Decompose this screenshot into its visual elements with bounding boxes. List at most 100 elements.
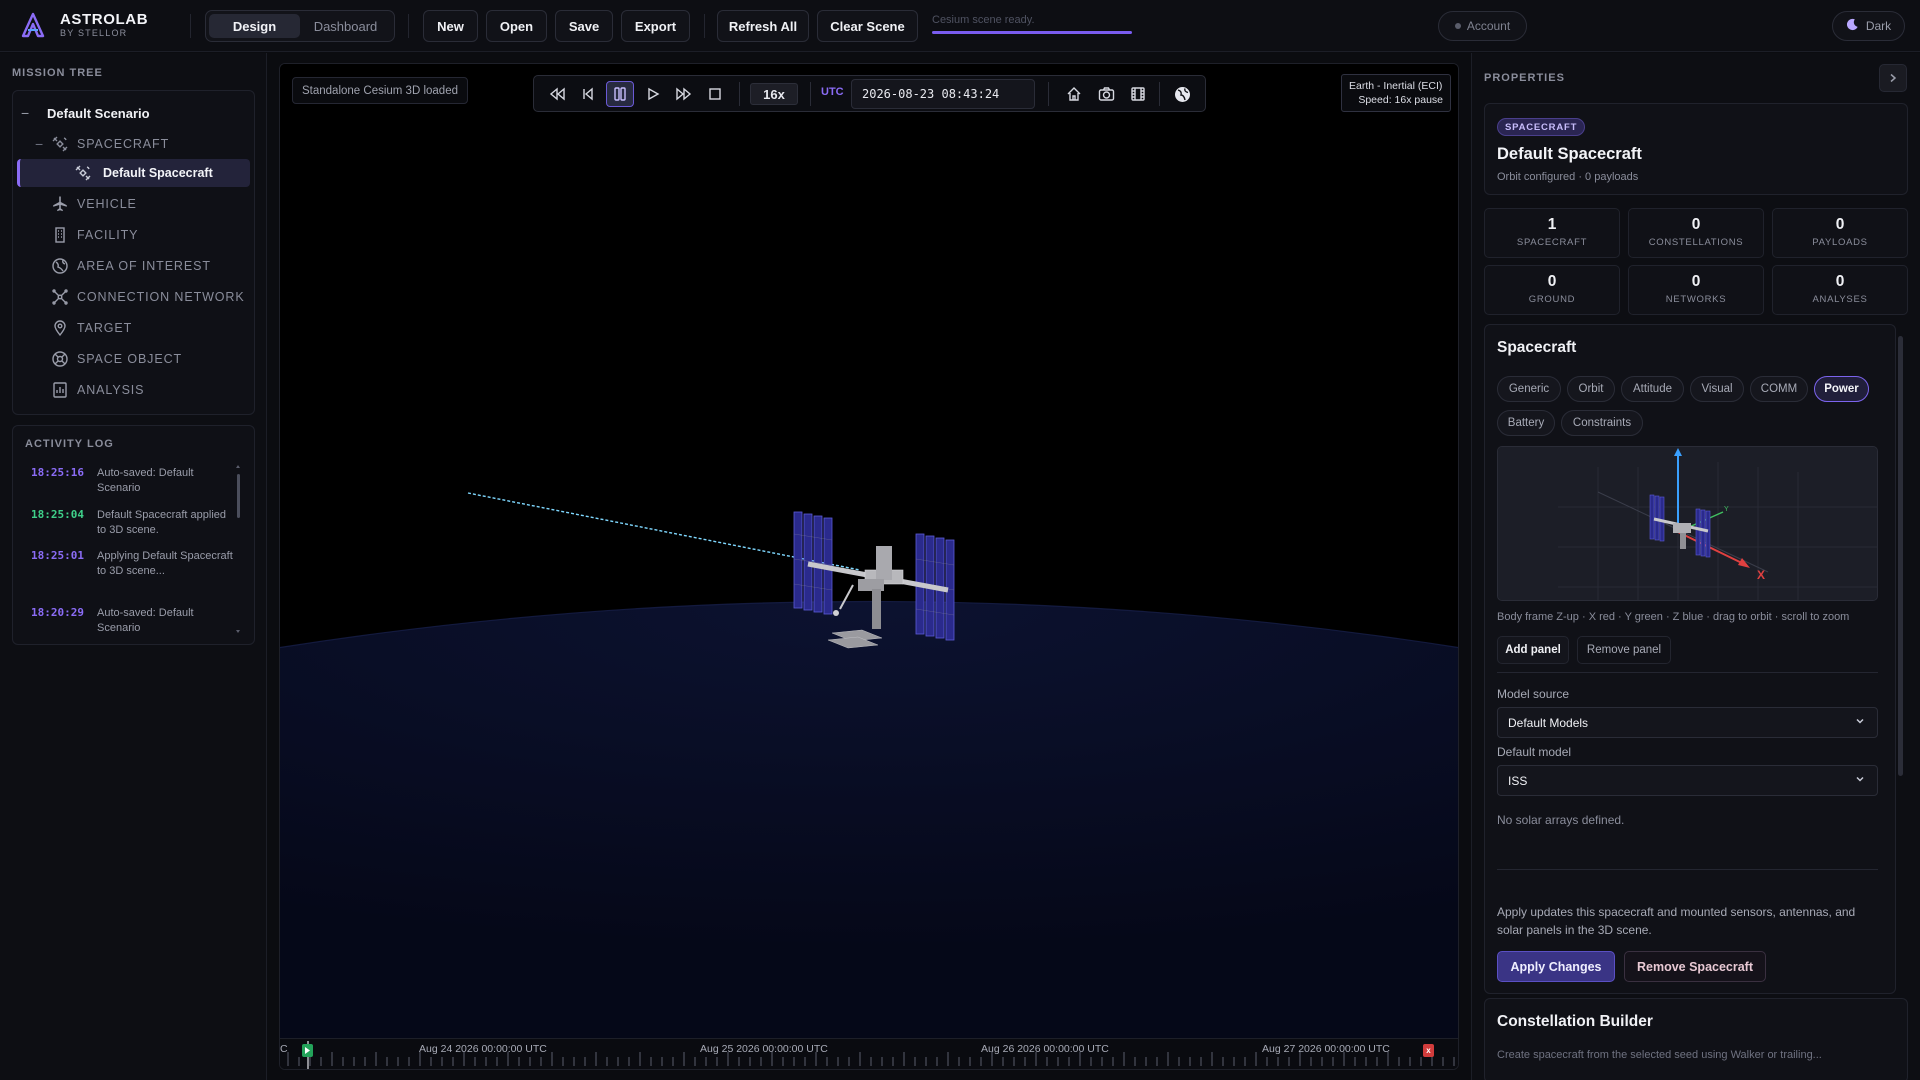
tab-dashboard[interactable]: Dashboard [300,14,391,38]
tab-orbit[interactable]: Orbit [1567,376,1615,402]
account-button[interactable]: Account [1438,11,1527,41]
log-message: Auto-saved: Default Scenario [97,607,194,634]
toolbar-divider [739,82,740,106]
collapse-panel-button[interactable] [1879,64,1907,92]
stat-value: 0 [1691,273,1701,290]
tab-comm[interactable]: COMM [1750,376,1808,402]
default-model-value: ISS [1508,773,1528,788]
rewind-button[interactable] [543,81,571,107]
svg-text:Y: Y [1724,506,1729,513]
tree-item-default-spacecraft[interactable]: Default Spacecraft [17,159,250,187]
stat-spacecraft: 1 SPACECRAFT [1484,208,1620,258]
model-source-value: Default Models [1508,715,1589,730]
datetime-input[interactable]: 2026-08-23 08:43:24 [851,79,1035,109]
tree-item-label: CONNECTION NETWORK [77,290,245,304]
timeline-date-label: Aug 27 2026 00:00:00 UTC [1262,1043,1390,1055]
spacecraft-editor: Spacecraft Generic Orbit Attitude Visual… [1484,324,1896,994]
pause-button[interactable] [606,81,634,107]
log-entry: 18:25:16 Auto-saved: Default Scenario [31,466,236,496]
stat-analyses: 0 ANALYSES [1772,265,1908,315]
editor-scrollbar[interactable] [1898,336,1903,776]
tab-battery[interactable]: Battery [1497,410,1555,436]
open-button[interactable]: Open [486,10,547,42]
collapse-toggle[interactable]: − [21,105,29,121]
model-preview[interactable]: X Y [1497,446,1878,601]
globe-view-button[interactable] [1168,81,1196,107]
stat-value: 0 [1547,273,1557,290]
remove-panel-button[interactable]: Remove panel [1577,636,1671,664]
tab-generic[interactable]: Generic [1497,376,1561,402]
model-source-select[interactable]: Default Models [1497,707,1878,738]
tree-item-facility[interactable]: FACILITY [13,221,254,249]
chart-icon [51,381,69,399]
tab-visual[interactable]: Visual [1690,376,1744,402]
satellite-icon [51,135,69,153]
constellation-builder-text: Create spacecraft from the selected seed… [1497,1049,1822,1061]
log-scrollbar-thumb[interactable] [237,474,240,518]
brand-subtitle: BY STELLOR [60,28,128,38]
tree-item-label: TARGET [77,321,133,335]
toolbar-divider [190,14,191,38]
tab-attitude[interactable]: Attitude [1621,376,1684,402]
timeline[interactable]: C Aug 24 2026 00:00:00 UTC Aug 25 2026 0… [280,1038,1458,1069]
step-back-button[interactable] [574,81,602,107]
record-video-button[interactable] [1124,81,1152,107]
export-button[interactable]: Export [621,10,690,42]
tree-item-spacecraft[interactable]: − SPACECRAFT [13,130,254,158]
stat-label: ANALYSES [1812,294,1868,305]
play-button[interactable] [639,81,667,107]
stat-value: 0 [1691,216,1701,233]
apply-changes-button[interactable]: Apply Changes [1497,951,1615,982]
new-button[interactable]: New [423,10,478,42]
default-model-select[interactable]: ISS [1497,765,1878,796]
constellation-builder: Constellation Builder Create spacecraft … [1484,998,1908,1080]
timeline-start-marker[interactable] [302,1044,313,1057]
stat-constellations: 0 CONSTELLATIONS [1628,208,1764,258]
stop-button[interactable] [701,81,729,107]
home-view-button[interactable] [1060,81,1088,107]
tree-item-area-of-interest[interactable]: AREA OF INTEREST [13,252,254,280]
tab-constraints[interactable]: Constraints [1561,410,1643,436]
theme-label: Dark [1865,19,1892,33]
chevron-down-icon [1854,715,1866,730]
earth-surface [280,601,1458,1039]
axis-x-label: X [1757,568,1765,582]
empty-solar-arrays-note: No solar arrays defined. [1497,813,1625,827]
tree-item-label: VEHICLE [77,197,137,211]
stat-ground: 0 GROUND [1484,265,1620,315]
fast-forward-button[interactable] [670,81,698,107]
add-panel-button[interactable]: Add panel [1497,636,1569,664]
tree-item-analysis[interactable]: ANALYSIS [13,376,254,404]
orbit-icon [51,350,69,368]
theme-toggle-button[interactable]: Dark [1832,11,1905,41]
clear-scene-button[interactable]: Clear Scene [817,10,918,42]
collapse-toggle[interactable]: − [35,136,43,152]
stat-label: NETWORKS [1665,294,1727,305]
tab-design[interactable]: Design [209,14,300,38]
tree-item-target[interactable]: TARGET [13,314,254,342]
log-message: Default Spacecraft applied to 3D scene. [97,509,227,536]
tree-item-connection-network[interactable]: CONNECTION NETWORK [13,283,254,311]
brand[interactable]: ASTROLAB BY STELLOR [18,9,148,41]
timeline-end-marker[interactable]: x [1423,1044,1434,1057]
tree-item-space-object[interactable]: SPACE OBJECT [13,345,254,373]
mission-tree: − Default Scenario − SPACECRAFT Default … [12,90,255,415]
stat-value: 0 [1835,216,1845,233]
tab-power[interactable]: Power [1814,376,1869,402]
save-button[interactable]: Save [555,10,613,42]
stat-label: CONSTELLATIONS [1648,237,1744,248]
speed-multiplier[interactable]: 16x [750,83,798,105]
3d-scene[interactable] [280,64,1458,1039]
properties-panel: PROPERTIES SPACECRAFT Default Spacecraft… [1471,53,1920,1080]
left-sidebar: MISSION TREE − Default Scenario − SPACEC… [0,53,267,1080]
refresh-all-button[interactable]: Refresh All [717,10,809,42]
cesium-viewport[interactable]: Standalone Cesium 3D loaded 16x UTC 2026… [279,63,1459,1070]
entity-summary-card: SPACECRAFT Default Spacecraft Orbit conf… [1484,103,1908,195]
screenshot-button[interactable] [1092,81,1120,107]
scene-status: Cesium scene ready. [932,14,1132,34]
remove-spacecraft-button[interactable]: Remove Spacecraft [1624,951,1766,982]
frame-label: Earth - Inertial (ECI) [1349,80,1443,92]
tree-item-default-scenario[interactable]: − Default Scenario [13,99,254,127]
tree-item-vehicle[interactable]: VEHICLE [13,190,254,218]
status-text: Cesium scene ready. [932,14,1035,26]
